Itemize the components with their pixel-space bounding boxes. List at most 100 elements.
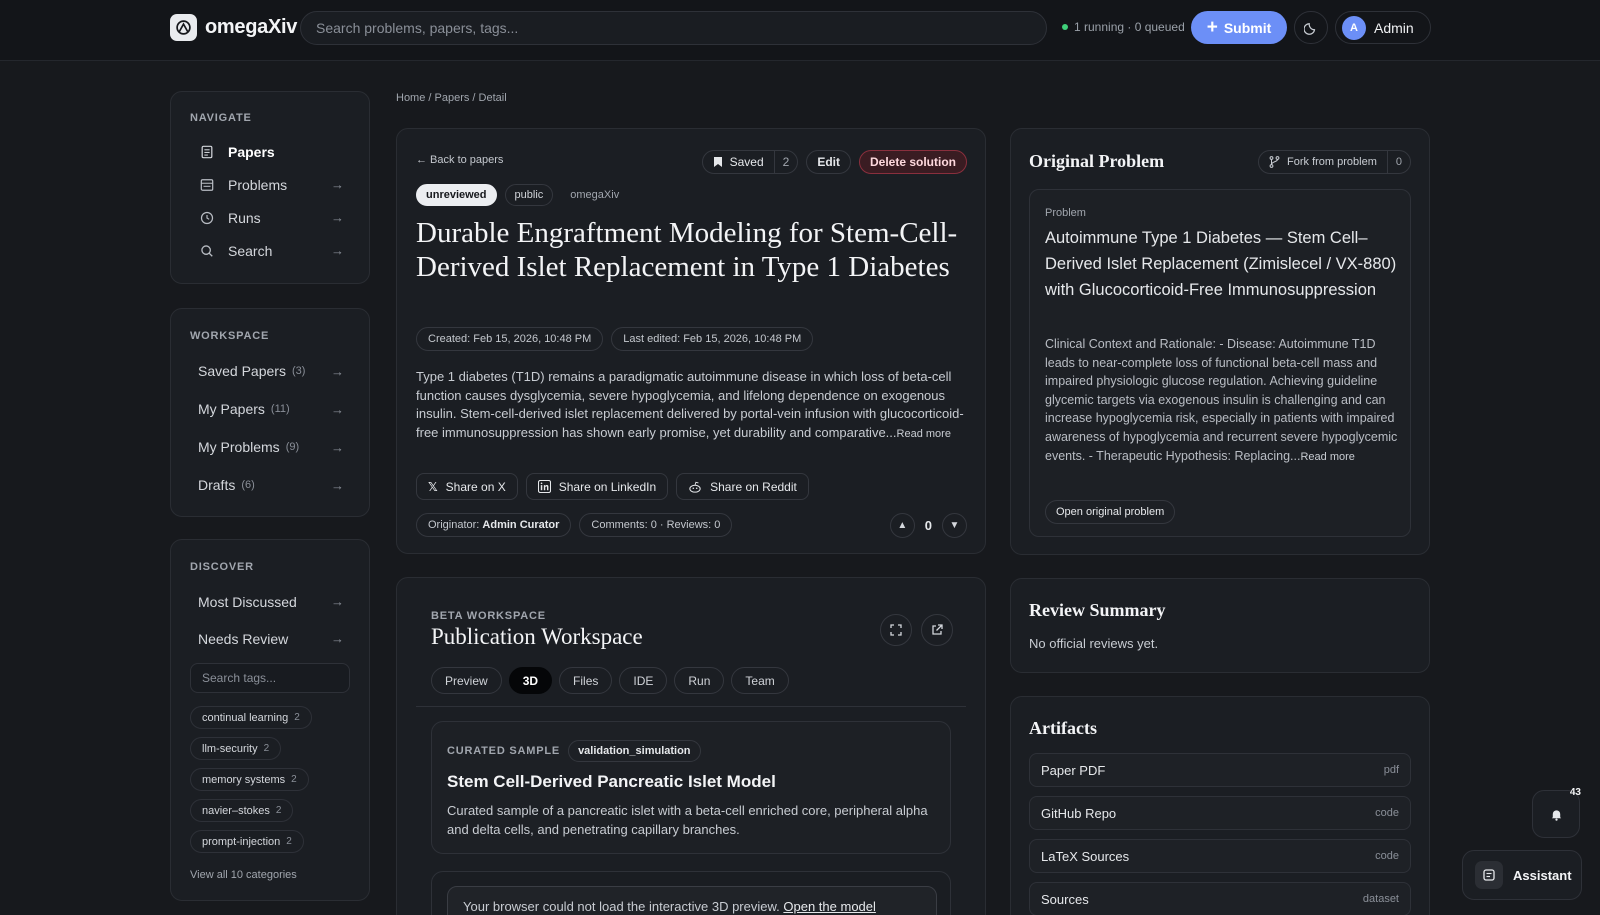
arrow-right-icon: → [331, 594, 344, 609]
logo[interactable]: omegaXiv [170, 14, 297, 41]
workspace-panel: WORKSPACE Saved Papers (3) → My Papers (… [170, 308, 370, 517]
publication-workspace-card: BETA WORKSPACE Publication Workspace Pre… [396, 577, 986, 915]
workspace-item-saved-papers[interactable]: Saved Papers (3) → [190, 352, 352, 390]
originator-prefix: Originator: [428, 519, 480, 531]
global-search-input[interactable] [316, 20, 1031, 36]
artifact-row-sources[interactable]: Sources dataset [1029, 882, 1411, 915]
artifacts-heading: Artifacts [1029, 718, 1097, 738]
artifact-type: pdf [1383, 764, 1399, 776]
open-original-problem-button[interactable]: Open original problem [1045, 500, 1176, 524]
submit-button[interactable]: + Submit [1191, 11, 1287, 44]
document-icon [198, 145, 216, 159]
workspace-item-drafts[interactable]: Drafts (6) → [190, 466, 352, 504]
share-linkedin-label: Share on LinkedIn [558, 479, 657, 494]
workspace-kicker: BETA WORKSPACE [431, 610, 546, 622]
saved-count: 2 [773, 150, 798, 174]
originator-name[interactable]: Admin Curator [482, 519, 559, 531]
plus-icon: + [1206, 17, 1218, 38]
tab-team[interactable]: Team [731, 667, 789, 694]
nav-item-problems[interactable]: Problems → [190, 168, 352, 201]
run-status[interactable]: 1 running · 0 queued [1062, 20, 1185, 34]
tag-label: llm-security [202, 742, 258, 755]
share-x-button[interactable]: 𝕏 Share on X [416, 473, 518, 500]
discover-item-needs-review[interactable]: Needs Review → [190, 620, 352, 657]
discover-title: DISCOVER [190, 561, 254, 573]
user-menu-button[interactable]: A Admin [1335, 11, 1431, 44]
assistant-button[interactable]: Assistant [1462, 850, 1582, 900]
artifact-type: code [1375, 807, 1399, 819]
tag-label: memory systems [202, 773, 286, 786]
tag-chip[interactable]: prompt-injection 2 [190, 830, 304, 853]
workspace-count: (6) [241, 479, 255, 491]
read-more-link[interactable]: Read more [897, 428, 951, 440]
theme-toggle-button[interactable] [1294, 11, 1328, 44]
downvote-button[interactable]: ▼ [942, 513, 967, 538]
bookmark-icon [713, 156, 723, 168]
workspace-item-my-papers[interactable]: My Papers (11) → [190, 390, 352, 428]
nav-item-search[interactable]: Search → [190, 234, 352, 267]
saved-label: Saved [729, 155, 764, 169]
global-search[interactable] [300, 11, 1047, 45]
fork-icon [1269, 156, 1280, 168]
share-linkedin-button[interactable]: Share on LinkedIn [525, 473, 669, 500]
tab-ide[interactable]: IDE [619, 667, 668, 694]
upvote-button[interactable]: ▲ [889, 513, 915, 538]
tag-chip[interactable]: navier–stokes 2 [190, 799, 294, 822]
bell-icon [1551, 809, 1561, 821]
fork-count: 0 [1386, 150, 1410, 174]
workspace-title: Publication Workspace [431, 624, 643, 649]
open-external-button[interactable] [921, 614, 953, 646]
nav-item-runs[interactable]: Runs → [190, 201, 352, 234]
tag-chip[interactable]: continual learning 2 [190, 706, 312, 729]
omega-logo-icon [170, 14, 197, 41]
sample-kicker: CURATED SAMPLE [447, 745, 561, 757]
tab-preview[interactable]: Preview [431, 667, 502, 694]
edit-button[interactable]: Edit [806, 150, 851, 174]
back-to-papers-link[interactable]: ← Back to papers [416, 154, 503, 166]
paper-abstract: Type 1 diabetes (T1D) remains a paradigm… [416, 368, 966, 443]
tab-3d[interactable]: 3D [508, 667, 553, 694]
artifacts-card: Artifacts Paper PDF pdf GitHub Repo code… [1010, 696, 1430, 915]
arrow-right-icon: → [331, 439, 344, 455]
sample-description: Curated sample of a pancreatic islet wit… [447, 803, 928, 837]
tag-chip[interactable]: memory systems 2 [190, 768, 309, 791]
tab-files[interactable]: Files [559, 667, 613, 694]
workspace-label: Saved Papers [198, 363, 286, 379]
search-icon [198, 244, 216, 258]
x-logo-icon: 𝕏 [428, 479, 438, 494]
running-status-dot [1062, 24, 1068, 30]
breadcrumb[interactable]: Home / Papers / Detail [396, 92, 507, 104]
discover-item-most-discussed[interactable]: Most Discussed → [190, 583, 352, 620]
open-model-link[interactable]: Open the model [783, 899, 876, 914]
triangle-down-icon: ▼ [949, 520, 960, 531]
top-bar: omegaXiv 1 running · 0 queued + Submit A… [0, 0, 1600, 61]
share-reddit-button[interactable]: Share on Reddit [676, 473, 809, 500]
tag-count: 2 [286, 836, 292, 847]
view-all-categories-link[interactable]: View all 10 categories [190, 869, 297, 881]
delete-solution-button[interactable]: Delete solution [858, 150, 967, 174]
tag-search[interactable] [190, 663, 350, 693]
share-x-label: Share on X [445, 479, 506, 494]
assistant-icon [1475, 861, 1503, 889]
fullscreen-button[interactable] [880, 614, 912, 646]
workspace-count: (9) [285, 441, 300, 453]
nav-item-papers[interactable]: Papers [190, 135, 352, 168]
saved-button[interactable]: Saved 2 [701, 150, 799, 174]
workspace-count: (3) [291, 365, 306, 377]
run-status-text: 1 running · 0 queued [1074, 20, 1185, 34]
tag-chip[interactable]: llm-security 2 [190, 737, 282, 760]
artifact-row-github-repo[interactable]: GitHub Repo code [1029, 796, 1411, 830]
workspace-label: My Problems [198, 439, 280, 455]
artifact-row-paper-pdf[interactable]: Paper PDF pdf [1029, 753, 1411, 787]
discover-label: Most Discussed [198, 593, 297, 610]
notification-count: 43 [1569, 787, 1581, 798]
fork-from-problem-button[interactable]: Fork from problem 0 [1258, 150, 1411, 174]
artifact-row-latex-sources[interactable]: LaTeX Sources code [1029, 839, 1411, 873]
read-more-link[interactable]: Read more [1300, 451, 1354, 463]
workspace-item-my-problems[interactable]: My Problems (9) → [190, 428, 352, 466]
review-summary-text: No official reviews yet. [1029, 636, 1159, 651]
tab-run[interactable]: Run [674, 667, 725, 694]
notifications-button[interactable]: 43 [1532, 787, 1581, 838]
problem-title: Autoimmune Type 1 Diabetes — Stem Cell–D… [1045, 229, 1397, 299]
tag-search-input[interactable] [202, 671, 338, 685]
